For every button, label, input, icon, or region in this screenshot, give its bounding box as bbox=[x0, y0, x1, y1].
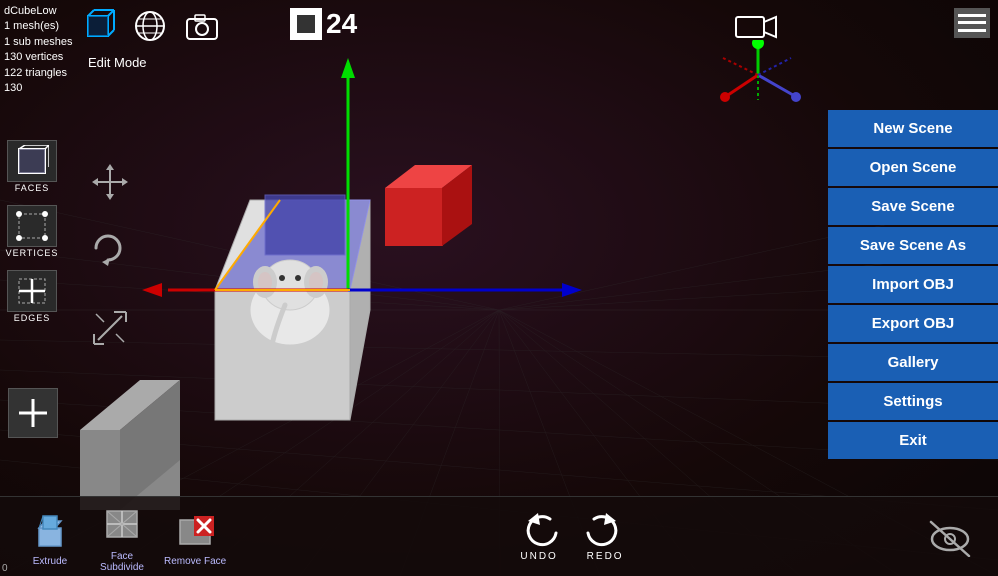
frame-counter: 24 bbox=[290, 8, 357, 40]
edges-tool[interactable]: EDGES bbox=[4, 270, 60, 323]
faces-tool[interactable]: FACES bbox=[4, 140, 60, 193]
rotate-tool-button[interactable] bbox=[88, 228, 128, 276]
extrude-label: Extrude bbox=[33, 556, 67, 567]
undo-label: UNDO bbox=[520, 551, 557, 562]
exit-button[interactable]: Exit bbox=[828, 422, 998, 459]
snapshot-icon[interactable] bbox=[184, 8, 220, 44]
coordinate-display: 0 bbox=[2, 563, 8, 574]
bottom-toolbar: Extrude FaceSubdivide bbox=[0, 496, 998, 576]
video-camera-button[interactable] bbox=[734, 12, 778, 47]
frame-icon-box bbox=[290, 8, 322, 40]
add-object-button[interactable] bbox=[8, 388, 58, 438]
frame-icon-inner bbox=[297, 15, 315, 33]
sub-mesh: 1 sub meshes bbox=[4, 35, 72, 50]
extrude-tool[interactable]: Extrude bbox=[20, 506, 80, 567]
vertices-tool[interactable]: VERTICES bbox=[4, 205, 60, 258]
vertices-label: VERTICES bbox=[6, 248, 59, 258]
save-scene-button[interactable]: Save Scene bbox=[828, 188, 998, 225]
hamburger-line-2 bbox=[958, 21, 986, 24]
gizmo-svg bbox=[703, 40, 813, 110]
import-obj-button[interactable]: Import OBJ bbox=[828, 266, 998, 303]
redo-label: REDO bbox=[587, 551, 624, 562]
move-tool-button[interactable] bbox=[90, 162, 130, 209]
edges-icon bbox=[7, 270, 57, 312]
new-scene-button[interactable]: New Scene bbox=[828, 110, 998, 147]
object-info-panel: dCubeLow 1 mesh(es) 1 sub meshes 130 ver… bbox=[4, 4, 72, 96]
faces-icon bbox=[7, 140, 57, 182]
left-tools-panel: FACES VERTICES EDGES bbox=[4, 140, 60, 323]
face-subdivide-icon bbox=[99, 501, 145, 547]
hamburger-line-1 bbox=[958, 14, 986, 17]
right-menu: New Scene Open Scene Save Scene Save Sce… bbox=[828, 110, 998, 459]
object-mode-icon[interactable] bbox=[80, 8, 116, 44]
visibility-toggle[interactable] bbox=[918, 514, 978, 560]
export-obj-button[interactable]: Export OBJ bbox=[828, 305, 998, 342]
hamburger-menu-button[interactable] bbox=[954, 8, 990, 38]
extra-count: 130 bbox=[4, 81, 72, 96]
open-scene-button[interactable]: Open Scene bbox=[828, 149, 998, 186]
remove-face-icon bbox=[172, 506, 218, 552]
gallery-button[interactable]: Gallery bbox=[828, 344, 998, 381]
undo-redo-row: UNDO REDO bbox=[518, 511, 626, 562]
remove-face-tool[interactable]: Remove Face bbox=[164, 506, 226, 567]
bottom-right-tools bbox=[918, 514, 978, 560]
faces-label: FACES bbox=[15, 183, 50, 193]
remove-face-label: Remove Face bbox=[164, 556, 226, 567]
orientation-gizmo[interactable] bbox=[703, 40, 813, 110]
undo-button[interactable]: UNDO bbox=[518, 511, 560, 562]
scale-tool-button[interactable] bbox=[90, 308, 130, 355]
top-toolbar bbox=[80, 8, 220, 44]
face-subdivide-tool[interactable]: FaceSubdivide bbox=[92, 501, 152, 573]
frame-number: 24 bbox=[326, 8, 357, 40]
mesh-count: 1 mesh(es) bbox=[4, 19, 72, 34]
save-scene-as-button[interactable]: Save Scene As bbox=[828, 227, 998, 264]
face-subdivide-label: FaceSubdivide bbox=[100, 551, 144, 573]
edges-label: EDGES bbox=[14, 313, 51, 323]
vertices-count: 130 vertices bbox=[4, 50, 72, 65]
settings-button[interactable]: Settings bbox=[828, 383, 998, 420]
eye-hidden-icon bbox=[925, 514, 971, 560]
edit-mode-label: Edit Mode bbox=[88, 55, 147, 70]
vertices-icon bbox=[7, 205, 57, 247]
undo-redo-controls: UNDO REDO bbox=[518, 511, 626, 562]
hamburger-line-3 bbox=[958, 29, 986, 32]
bottom-left-tools: Extrude FaceSubdivide bbox=[20, 501, 226, 573]
triangles-count: 122 triangles bbox=[4, 66, 72, 81]
object-name: dCubeLow bbox=[4, 4, 72, 19]
world-icon[interactable] bbox=[132, 8, 168, 44]
extrude-icon bbox=[27, 506, 73, 552]
redo-button[interactable]: REDO bbox=[584, 511, 626, 562]
